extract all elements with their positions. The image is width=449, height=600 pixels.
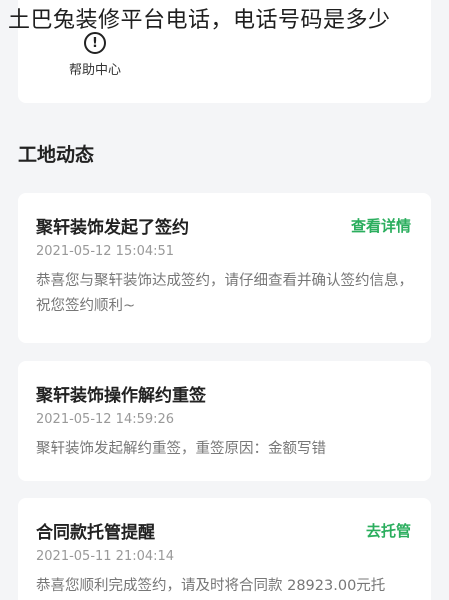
overlay-title: 土巴兔装修平台电话，电话号码是多少 <box>8 8 391 33</box>
go-escrow-link[interactable]: 去托管 <box>366 520 411 541</box>
card-title: 合同款托管提醒 <box>36 523 155 543</box>
card-timestamp: 2021-05-11 21:04:14 <box>36 549 175 564</box>
card-description: 恭喜您顺利完成签约，请及时将合同款 28923.00元托 <box>36 578 386 594</box>
card-timestamp: 2021-05-12 15:04:51 <box>36 244 175 259</box>
card-description: 恭喜您与聚轩装饰达成签约，请仔细查看并确认签约信息，祝您签约顺利~ <box>36 273 413 314</box>
activity-card[interactable]: 合同款托管提醒 去托管 2021-05-11 21:04:14 恭喜您顺利完成签… <box>18 498 431 600</box>
view-details-link[interactable]: 查看详情 <box>351 215 411 236</box>
section-title: 工地动态 <box>18 144 95 166</box>
card-description: 聚轩装饰发起解约重签，重签原因：金额写错 <box>36 441 326 457</box>
activity-card[interactable]: 聚轩装饰发起了签约 查看详情 2021-05-12 15:04:51 恭喜您与聚… <box>18 193 431 343</box>
help-center-label: 帮助中心 <box>68 63 121 78</box>
card-timestamp: 2021-05-12 14:59:26 <box>36 412 175 427</box>
activity-card[interactable]: 聚轩装饰操作解约重签 2021-05-12 14:59:26 聚轩装饰发起解约重… <box>18 361 431 481</box>
card-title: 聚轩装饰操作解约重签 <box>36 386 206 406</box>
card-title: 聚轩装饰发起了签约 <box>36 218 189 238</box>
help-center-button[interactable]: ! 帮助中心 <box>62 32 128 78</box>
page: 土巴兔装修平台电话，电话号码是多少 ! 帮助中心 工地动态 聚轩装饰发起了签约 … <box>0 0 449 600</box>
